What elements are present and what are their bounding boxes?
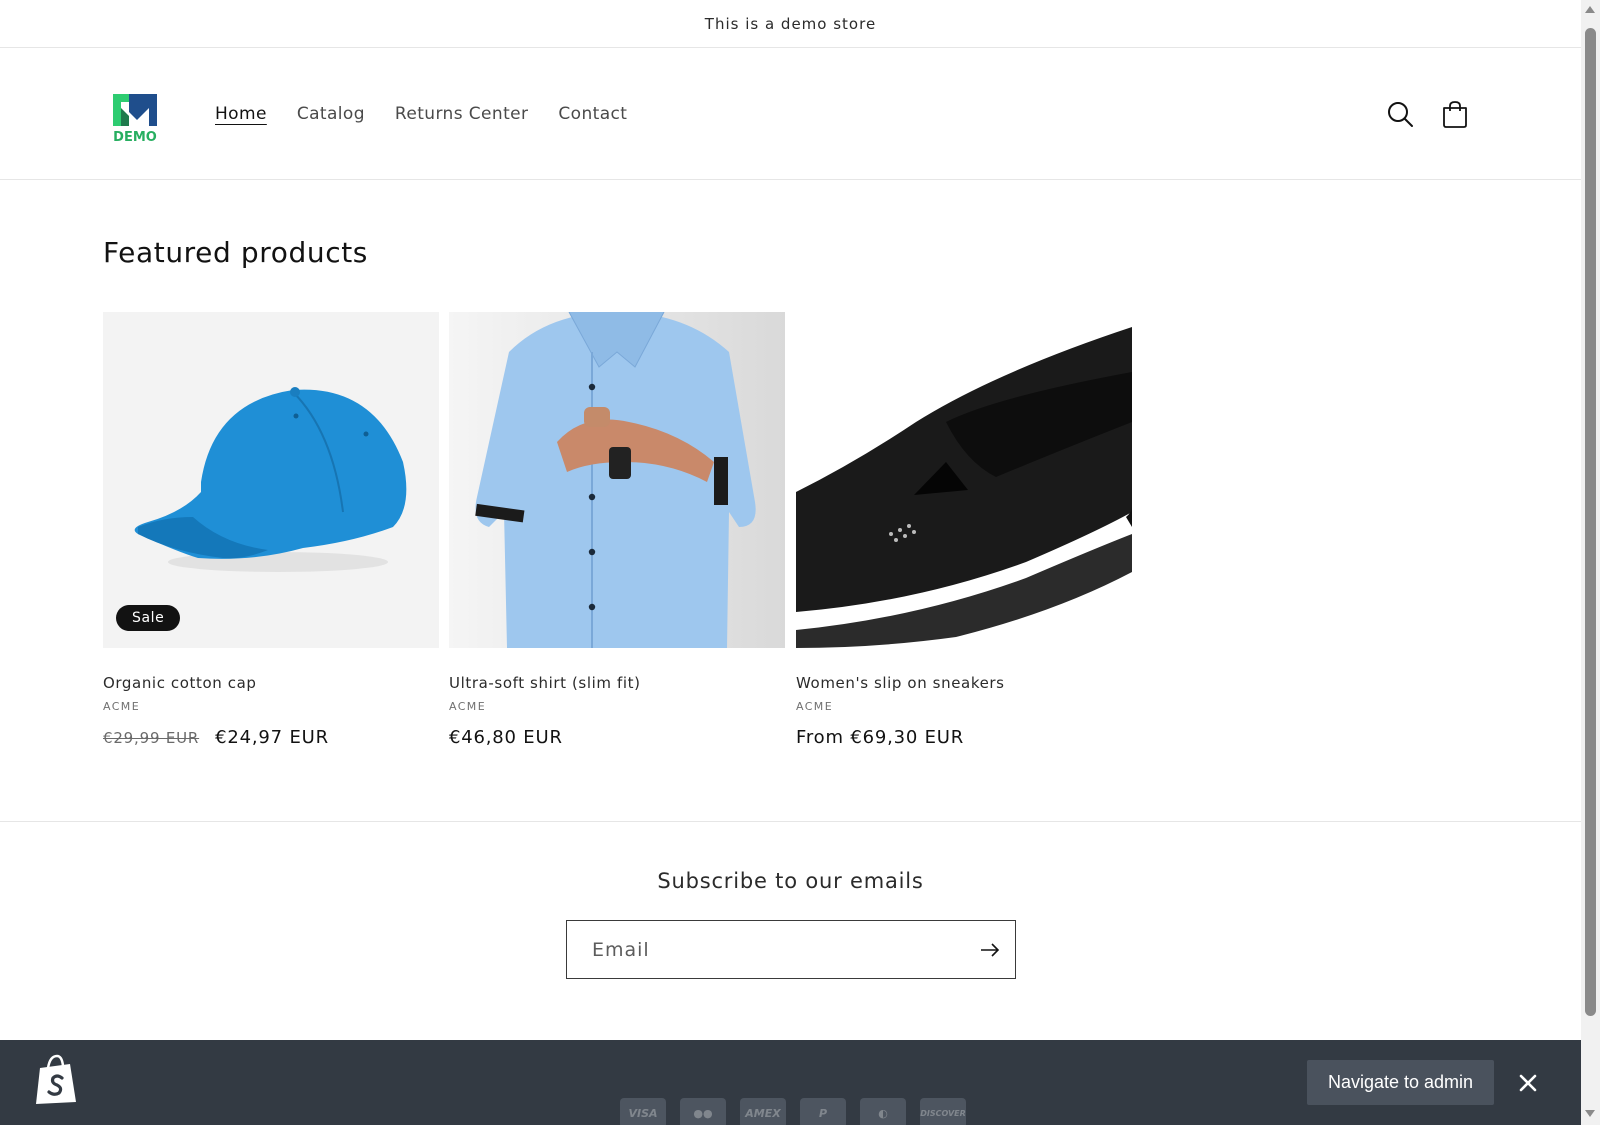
newsletter-heading: Subscribe to our emails	[657, 869, 924, 893]
admin-bar: VISA ●● AMEX P ◐ DISCOVER Navigate to ad…	[0, 1040, 1581, 1125]
email-input[interactable]	[567, 921, 965, 978]
product-price: From €69,30 EUR	[796, 727, 1132, 748]
shopify-bag-icon[interactable]	[32, 1054, 80, 1106]
product-card[interactable]: Sale Organic cotton cap ACME €29,99 EUR …	[103, 312, 439, 748]
discover-icon: DISCOVER	[920, 1098, 966, 1125]
nav-contact[interactable]: Contact	[558, 104, 627, 124]
mastercard-icon: ●●	[680, 1098, 726, 1125]
main-nav: Home Catalog Returns Center Contact	[215, 48, 627, 180]
search-button[interactable]	[1382, 96, 1418, 132]
product-price: €29,99 EUR €24,97 EUR	[103, 727, 439, 748]
sale-price: €24,97 EUR	[215, 727, 329, 748]
blue-cap-image	[103, 312, 439, 648]
storefront-page: This is a demo store DEMO Home Catalog R…	[0, 0, 1581, 1125]
product-vendor: ACME	[796, 700, 834, 713]
product-title[interactable]: Organic cotton cap	[103, 674, 439, 692]
scroll-thumb[interactable]	[1585, 28, 1596, 1016]
navigate-to-admin-button[interactable]: Navigate to admin	[1307, 1060, 1494, 1105]
site-header: DEMO Home Catalog Returns Center Contact	[0, 48, 1581, 180]
product-vendor: ACME	[449, 700, 487, 713]
payment-icons: VISA ●● AMEX P ◐ DISCOVER	[620, 1098, 966, 1125]
product-image[interactable]	[796, 312, 1132, 648]
nav-home[interactable]: Home	[215, 104, 267, 124]
arrow-right-icon	[981, 942, 1000, 957]
cart-icon	[1443, 101, 1467, 128]
black-sneaker-image	[796, 312, 1132, 648]
compare-at-price: €29,99 EUR	[103, 729, 200, 747]
nav-returns-center[interactable]: Returns Center	[395, 104, 529, 124]
product-card[interactable]: Ultra-soft shirt (slim fit) ACME €46,80 …	[449, 312, 785, 748]
featured-products-section: Featured products Sale Organic cotton ca…	[0, 180, 1581, 822]
product-price: €46,80 EUR	[449, 727, 785, 748]
close-admin-bar-button[interactable]	[1515, 1070, 1541, 1096]
product-image[interactable]	[449, 312, 785, 648]
subscribe-button[interactable]	[965, 921, 1015, 978]
product-title[interactable]: Ultra-soft shirt (slim fit)	[449, 674, 785, 692]
light-blue-shirt-image	[449, 312, 785, 648]
newsletter-section: Subscribe to our emails	[0, 822, 1581, 1042]
scroll-up-arrow[interactable]	[1585, 6, 1595, 13]
email-form	[566, 920, 1016, 979]
search-icon	[1388, 102, 1413, 127]
sale-badge: Sale	[116, 605, 181, 631]
from-price: From €69,30 EUR	[796, 727, 965, 748]
scroll-down-arrow[interactable]	[1585, 1110, 1595, 1117]
product-card[interactable]: Women's slip on sneakers ACME From €69,3…	[796, 312, 1132, 748]
cart-button[interactable]	[1437, 96, 1473, 132]
regular-price: €46,80 EUR	[449, 727, 563, 748]
store-logo[interactable]: DEMO	[107, 86, 163, 144]
logo-text: DEMO	[113, 130, 157, 144]
product-title[interactable]: Women's slip on sneakers	[796, 674, 1132, 692]
page-scrollbar[interactable]	[1581, 0, 1600, 1125]
visa-icon: VISA	[620, 1098, 666, 1125]
paypal-icon: P	[800, 1098, 846, 1125]
section-heading: Featured products	[103, 236, 368, 269]
product-vendor: ACME	[103, 700, 141, 713]
product-image[interactable]: Sale	[103, 312, 439, 648]
amex-icon: AMEX	[740, 1098, 786, 1125]
close-icon	[1519, 1074, 1537, 1092]
announcement-text: This is a demo store	[704, 14, 877, 33]
nav-catalog[interactable]: Catalog	[297, 104, 365, 124]
diners-icon: ◐	[860, 1098, 906, 1125]
announcement-bar: This is a demo store	[0, 0, 1581, 48]
